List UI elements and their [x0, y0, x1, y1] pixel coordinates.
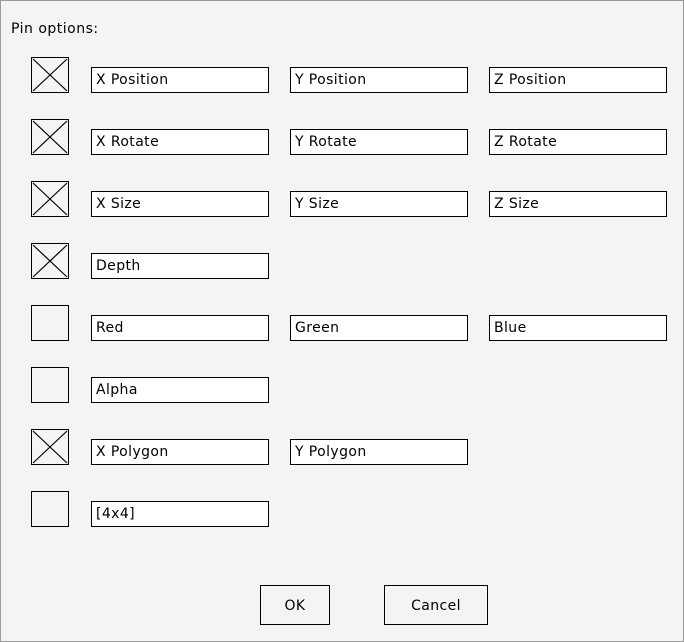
pin-field-4x4[interactable]: [4x4]	[91, 501, 269, 527]
pin-checkbox[interactable]	[31, 243, 69, 279]
pin-field-x-rotate[interactable]: X Rotate	[91, 129, 269, 155]
pin-row: [4x4]	[1, 491, 683, 531]
ok-button[interactable]: OK	[260, 585, 330, 625]
pin-checkbox[interactable]	[31, 181, 69, 217]
pin-field-blue[interactable]: Blue	[489, 315, 667, 341]
pin-field-green[interactable]: Green	[290, 315, 468, 341]
pin-field-y-position[interactable]: Y Position	[290, 67, 468, 93]
pin-field-alpha[interactable]: Alpha	[91, 377, 269, 403]
pin-field-x-position[interactable]: X Position	[91, 67, 269, 93]
pin-row: Red Green Blue	[1, 305, 683, 345]
pin-field-y-rotate[interactable]: Y Rotate	[290, 129, 468, 155]
pin-row: Alpha	[1, 367, 683, 407]
cancel-button[interactable]: Cancel	[384, 585, 488, 625]
pin-field-z-position[interactable]: Z Position	[489, 67, 667, 93]
pin-row: Depth	[1, 243, 683, 283]
pin-field-y-polygon[interactable]: Y Polygon	[290, 439, 468, 465]
pin-field-z-rotate[interactable]: Z Rotate	[489, 129, 667, 155]
pin-checkbox[interactable]	[31, 429, 69, 465]
pin-field-depth[interactable]: Depth	[91, 253, 269, 279]
pin-field-red[interactable]: Red	[91, 315, 269, 341]
pin-checkbox[interactable]	[31, 119, 69, 155]
pin-checkbox[interactable]	[31, 367, 69, 403]
pin-field-y-size[interactable]: Y Size	[290, 191, 468, 217]
pin-field-z-size[interactable]: Z Size	[489, 191, 667, 217]
pin-field-x-polygon[interactable]: X Polygon	[91, 439, 269, 465]
pin-checkbox[interactable]	[31, 491, 69, 527]
checked-cross-icon	[32, 120, 68, 154]
pin-field-x-size[interactable]: X Size	[91, 191, 269, 217]
checked-cross-icon	[32, 244, 68, 278]
pin-checkbox[interactable]	[31, 57, 69, 93]
pin-row: X Rotate Y Rotate Z Rotate	[1, 119, 683, 159]
checked-cross-icon	[32, 58, 68, 92]
pin-row: X Position Y Position Z Position	[1, 57, 683, 97]
dialog-title: Pin options:	[11, 21, 99, 37]
pin-row: X Size Y Size Z Size	[1, 181, 683, 221]
checked-cross-icon	[32, 430, 68, 464]
pin-options-dialog: Pin options: X Position Y Position Z Posit…	[0, 0, 684, 642]
pin-row: X Polygon Y Polygon	[1, 429, 683, 469]
pin-checkbox[interactable]	[31, 305, 69, 341]
checked-cross-icon	[32, 182, 68, 216]
